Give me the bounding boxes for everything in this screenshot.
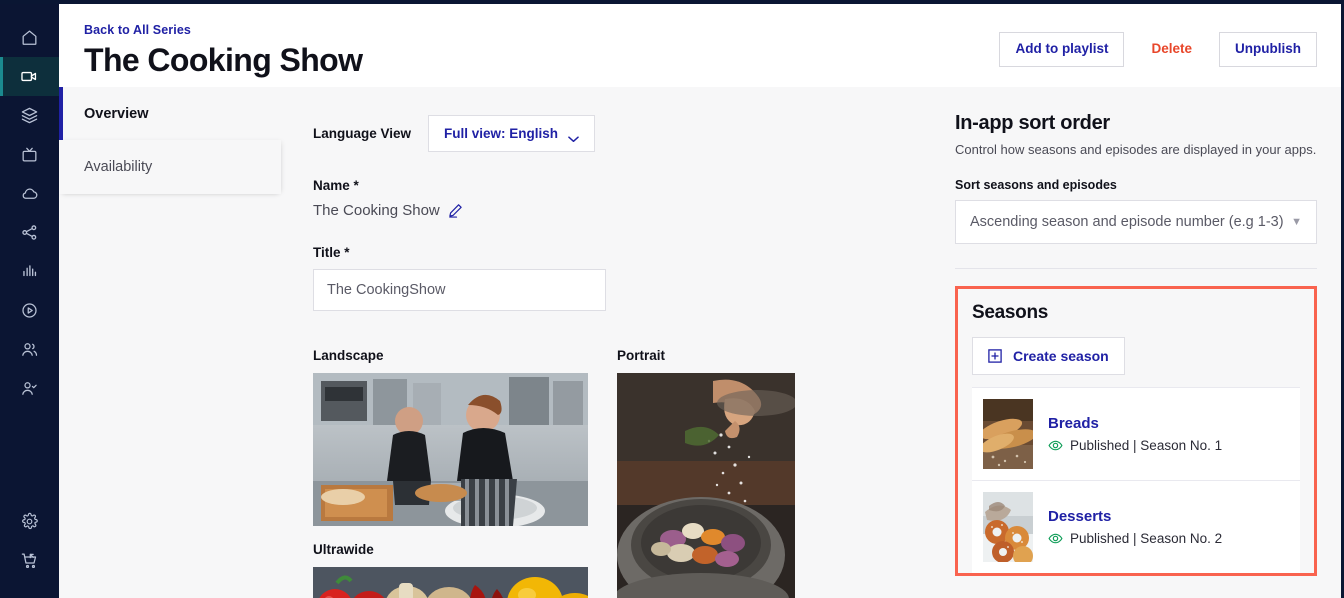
sidebar-item-player[interactable] — [0, 291, 59, 330]
eye-icon — [1048, 438, 1063, 453]
season-info: Desserts Published | Season No. 2 — [1048, 508, 1222, 546]
season-row[interactable]: Desserts Published | Season No. 2 — [972, 480, 1300, 573]
sort-field-label: Sort seasons and episodes — [955, 178, 1117, 192]
eye-icon — [1048, 531, 1063, 546]
landscape-thumbnail[interactable] — [313, 373, 588, 526]
sidebar-item-collections[interactable] — [0, 96, 59, 135]
tab-availability-label: Availability — [84, 158, 153, 175]
sidebar-item-audience[interactable] — [0, 330, 59, 369]
sidebar-item-cloud[interactable] — [0, 174, 59, 213]
title-label: Title * — [313, 245, 350, 260]
artwork-grid: Landscape Ultrawide Portrait — [313, 348, 939, 598]
user-check-icon — [20, 379, 39, 398]
page-header: Back to All Series The Cooking Show Add … — [59, 4, 1341, 87]
season-name-link[interactable]: Desserts — [1048, 508, 1222, 525]
season-meta-text: Published | Season No. 2 — [1070, 531, 1223, 546]
in-app-sort-order-section: In-app sort order Control how seasons an… — [955, 112, 1317, 244]
plus-square-icon — [988, 349, 1002, 363]
season-meta: Published | Season No. 1 — [1048, 438, 1222, 453]
cart-icon — [20, 551, 39, 570]
back-to-all-series-link[interactable]: Back to All Series — [84, 23, 191, 37]
sort-section-description: Control how seasons and episodes are dis… — [955, 142, 1317, 157]
video-camera-icon — [20, 67, 39, 86]
bar-chart-icon — [20, 262, 39, 281]
sidebar-item-store[interactable] — [0, 541, 59, 580]
artwork-column-right: Portrait — [617, 348, 795, 598]
tab-overview[interactable]: Overview — [59, 87, 281, 140]
name-label: Name * — [313, 178, 359, 193]
sidebar-item-channels[interactable] — [0, 135, 59, 174]
sidebar-item-settings[interactable] — [0, 502, 59, 541]
language-view-value: Full view: English — [444, 126, 559, 141]
sidebar-item-subscribers[interactable] — [0, 369, 59, 408]
sidebar-item-distribution[interactable] — [0, 213, 59, 252]
season-thumbnail — [983, 492, 1033, 562]
cloud-icon — [20, 184, 39, 203]
sidebar-primary-group — [0, 4, 59, 408]
global-sidebar — [0, 4, 59, 598]
season-thumbnail — [983, 399, 1033, 469]
unpublish-button[interactable]: Unpublish — [1219, 32, 1317, 67]
share-icon — [20, 223, 39, 242]
play-circle-icon — [20, 301, 39, 320]
right-panel: In-app sort order Control how seasons an… — [939, 87, 1341, 598]
sort-order-value: Ascending season and episode number (e.g… — [970, 214, 1284, 230]
tv-icon — [20, 145, 39, 164]
season-meta-text: Published | Season No. 1 — [1070, 438, 1223, 453]
sidebar-secondary-group — [0, 502, 59, 598]
edit-pencil-icon[interactable] — [448, 203, 463, 218]
app-window: Back to All Series The Cooking Show Add … — [0, 0, 1344, 598]
delete-button[interactable]: Delete — [1135, 32, 1208, 67]
chevron-down-icon: ▼ — [1291, 216, 1302, 228]
artwork-column-left: Landscape Ultrawide — [313, 348, 588, 598]
name-value-row: The Cooking Show — [313, 202, 939, 219]
ultrawide-thumbnail[interactable] — [313, 567, 588, 598]
season-info: Breads Published | Season No. 1 — [1048, 415, 1222, 453]
language-view-select[interactable]: Full view: English — [428, 115, 596, 152]
overview-form: Language View Full view: English Name * … — [281, 87, 939, 598]
tab-availability[interactable]: Availability — [59, 140, 281, 193]
create-season-button[interactable]: Create season — [972, 337, 1125, 375]
panel-divider — [955, 268, 1317, 269]
layers-icon — [20, 106, 39, 125]
sidebar-item-home[interactable] — [0, 18, 59, 57]
language-view-label: Language View — [313, 126, 412, 141]
portrait-heading: Portrait — [617, 348, 666, 363]
portrait-thumbnail[interactable] — [617, 373, 795, 598]
title-input[interactable] — [313, 269, 606, 311]
seasons-title: Seasons — [972, 302, 1049, 323]
season-meta: Published | Season No. 2 — [1048, 531, 1222, 546]
add-to-playlist-button[interactable]: Add to playlist — [999, 32, 1125, 67]
season-row[interactable]: Breads Published | Season No. 1 — [972, 387, 1300, 480]
sort-section-title: In-app sort order — [955, 112, 1110, 134]
chevron-down-icon — [568, 130, 579, 142]
header-actions: Add to playlist Delete Unpublish — [999, 4, 1341, 67]
section-tabs: Overview Availability — [59, 87, 281, 598]
tab-availability-panel: Availability — [59, 140, 281, 194]
sidebar-item-analytics[interactable] — [0, 252, 59, 291]
seasons-list: Breads Published | Season No. 1 Desserts… — [972, 387, 1300, 573]
sort-order-select[interactable]: Ascending season and episode number (e.g… — [955, 200, 1317, 244]
home-icon — [20, 28, 39, 47]
name-value: The Cooking Show — [313, 202, 440, 219]
tab-overview-label: Overview — [84, 105, 149, 122]
landscape-heading: Landscape — [313, 348, 384, 363]
header-titles: Back to All Series The Cooking Show — [59, 4, 363, 80]
create-season-label: Create season — [1013, 348, 1109, 364]
season-name-link[interactable]: Breads — [1048, 415, 1222, 432]
seasons-section: Seasons Create season Breads Published |… — [955, 286, 1317, 576]
sidebar-item-series[interactable] — [0, 57, 59, 96]
page-title: The Cooking Show — [84, 42, 363, 78]
users-icon — [20, 340, 39, 359]
language-view-row: Language View Full view: English — [313, 115, 939, 152]
ultrawide-heading: Ultrawide — [313, 542, 374, 557]
gear-icon — [20, 512, 39, 531]
